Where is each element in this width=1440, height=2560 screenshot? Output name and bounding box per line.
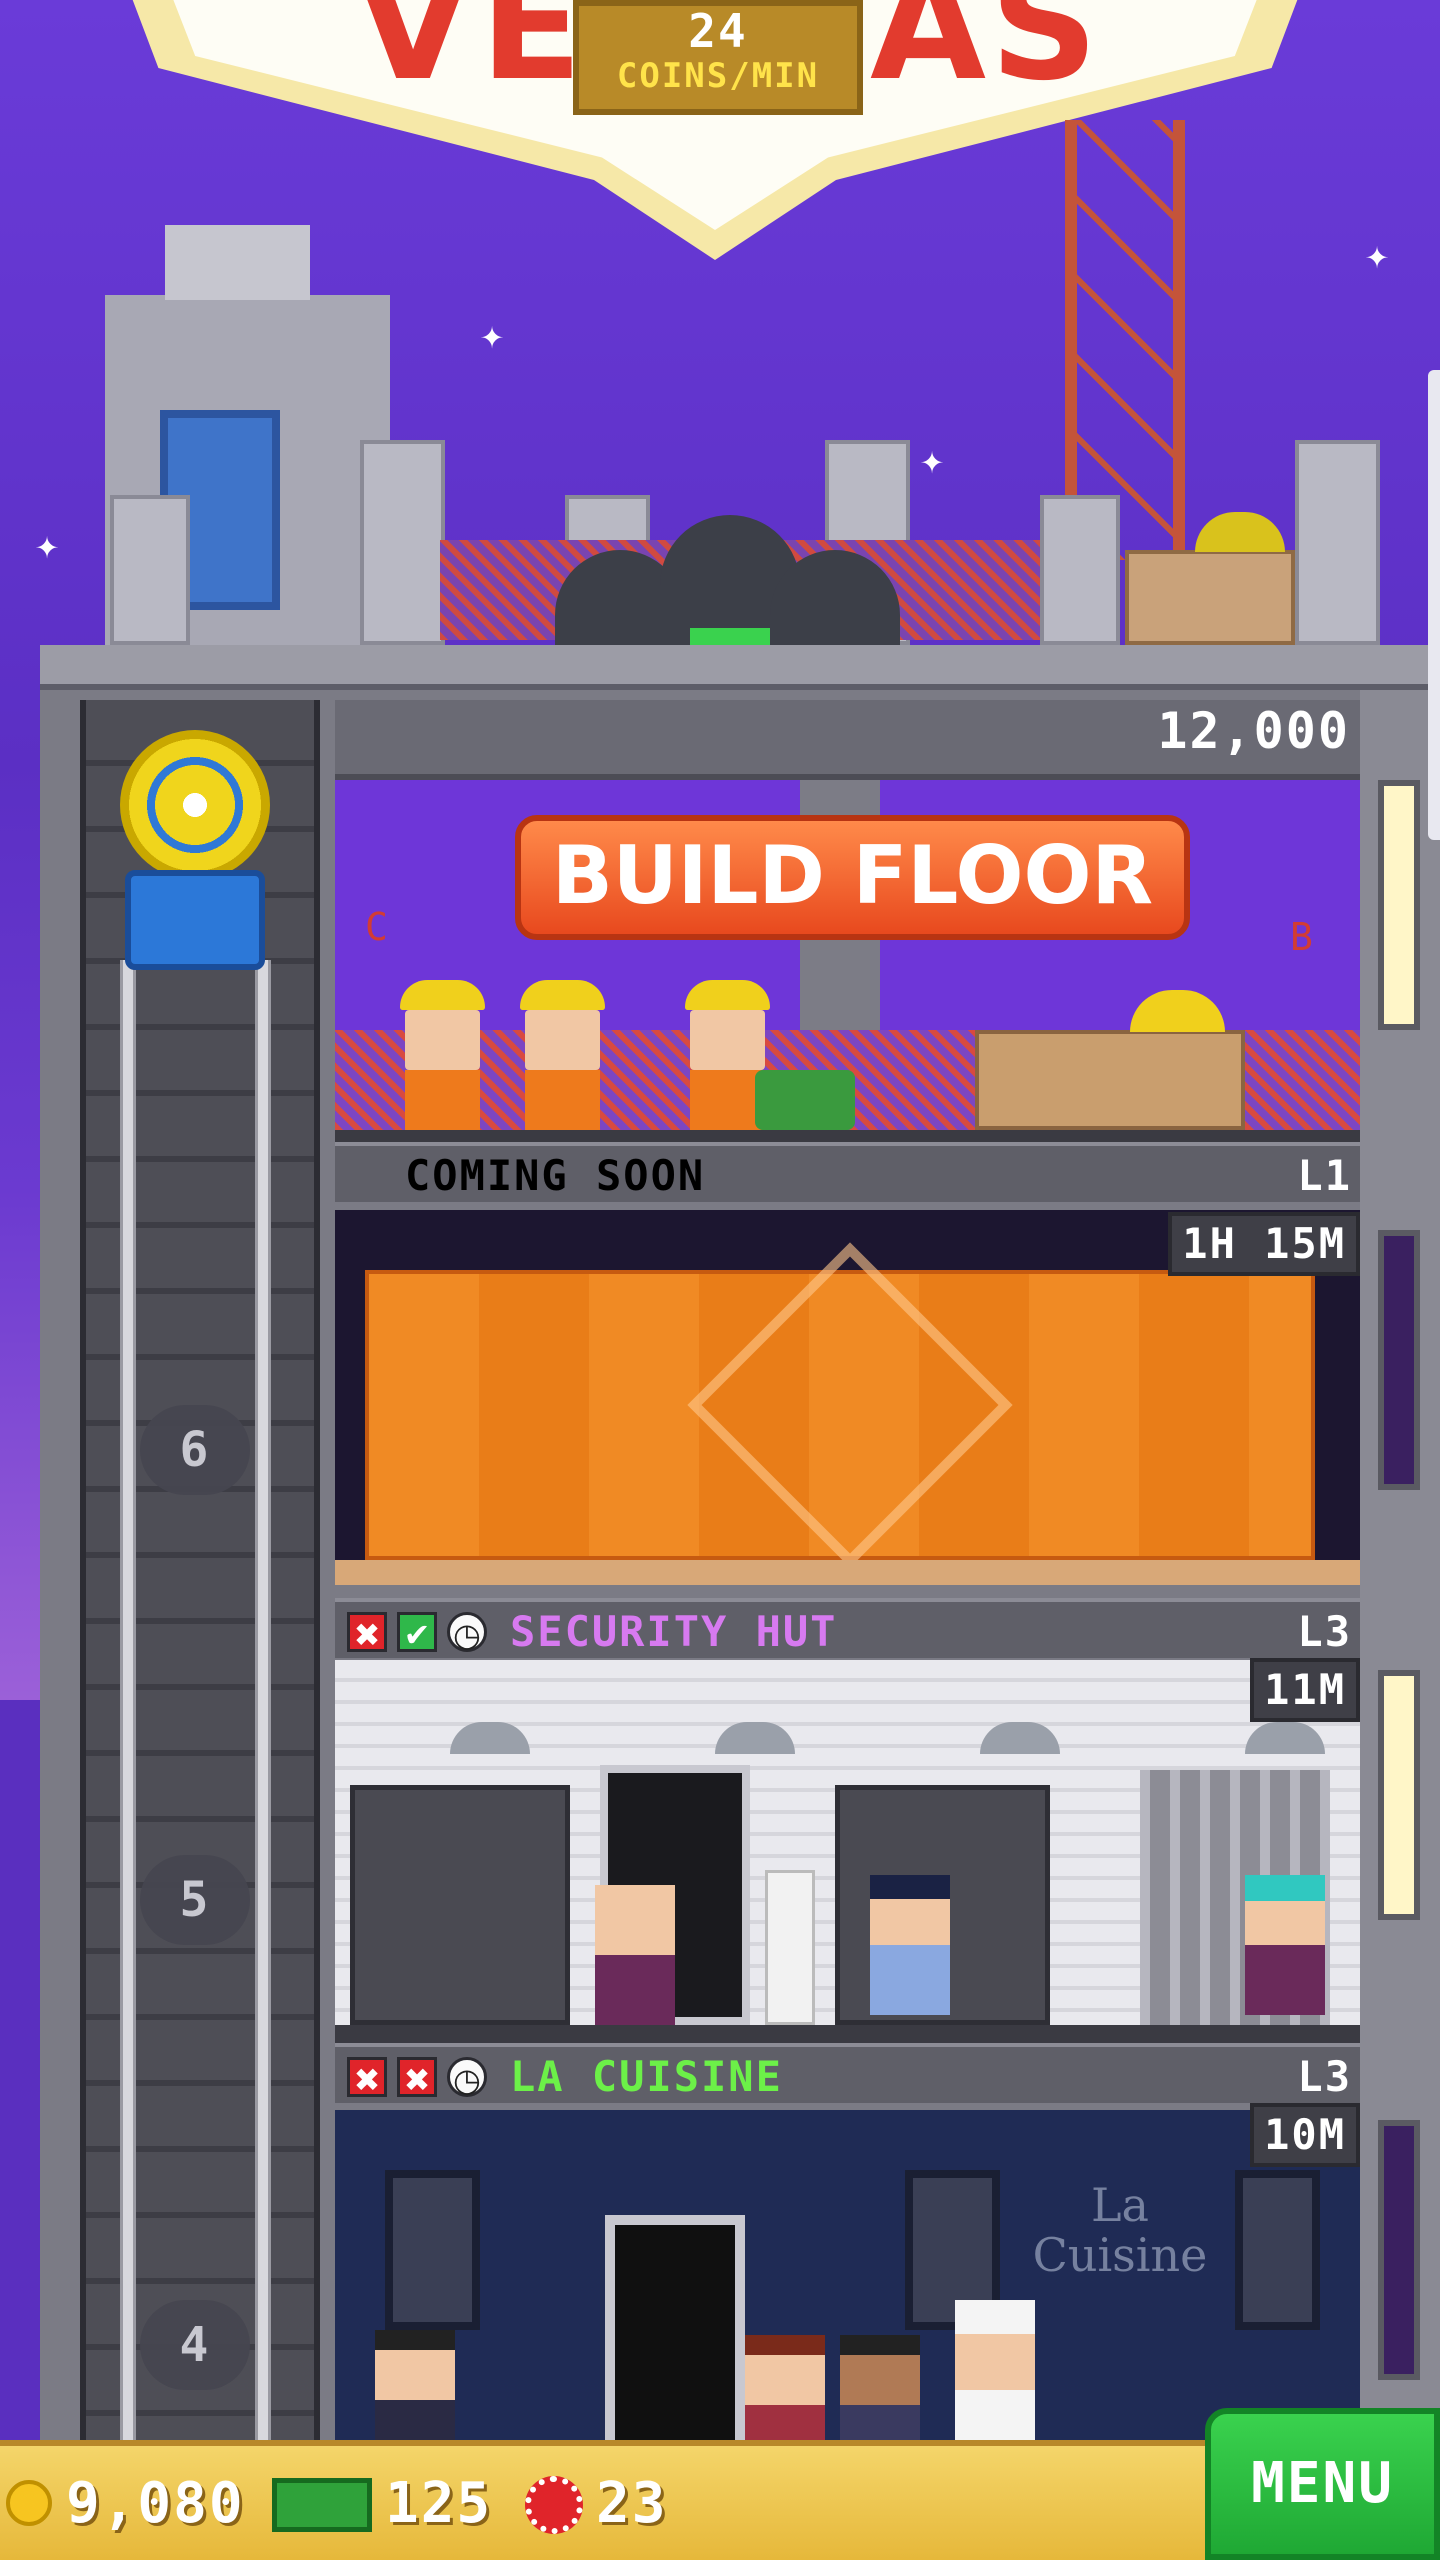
income-rate-plaque: 24 COINS/MIN — [573, 0, 863, 115]
sign-letter: E — [480, 0, 583, 114]
roof-vent — [165, 225, 310, 300]
build-floor-mark: C — [365, 905, 388, 949]
construction-timer: 1H 15M — [1168, 1212, 1360, 1276]
floor-divider — [335, 2025, 1360, 2043]
toolbox-icon — [755, 1070, 855, 1130]
floor-header[interactable]: ✖ ✖ ◷ LA CUISINE L3 — [335, 2043, 1360, 2103]
elevator-floor-number[interactable]: 4 — [140, 2300, 250, 2390]
elevator-cable — [120, 960, 136, 2560]
bux-balance[interactable]: 125 — [385, 2472, 492, 2536]
sparkle-icon: ✦ — [35, 522, 60, 568]
chip-balance[interactable]: 23 — [596, 2472, 667, 2536]
floor-divider — [335, 1130, 1360, 1142]
build-floor-mark: B — [1290, 915, 1313, 959]
construction-worker[interactable] — [400, 980, 485, 1130]
hard-hat-icon — [400, 980, 485, 1010]
sparkle-icon: ✦ — [1365, 232, 1390, 278]
floor-header[interactable]: ✖ ✔ ◷ SECURITY HUT L3 — [335, 1598, 1360, 1658]
floor-level: L3 — [1297, 2052, 1352, 2101]
floor-timer: 10M — [1250, 2103, 1360, 2167]
menu-button[interactable]: MENU — [1205, 2408, 1440, 2560]
tower-roof-ledge — [40, 645, 1440, 690]
bitizen[interactable] — [1245, 1875, 1325, 2025]
elevator-floor-number[interactable]: 6 — [140, 1405, 250, 1495]
coin-balance[interactable]: 9,080 — [66, 2472, 245, 2536]
floor-title: LA CUISINE — [510, 2052, 783, 2101]
hard-hat-icon — [685, 980, 770, 1010]
bitizen-chef[interactable] — [955, 2300, 1035, 2440]
supply-crate — [975, 1030, 1245, 1130]
edge-handle[interactable] — [1428, 370, 1440, 840]
floor-title: SECURITY HUT — [510, 1607, 838, 1656]
bitizen-guard[interactable] — [870, 1875, 950, 2025]
roof-pillar — [360, 440, 445, 645]
wall-painting — [385, 2170, 480, 2330]
x-icon: ✖ — [347, 1612, 387, 1654]
elevator-car[interactable] — [125, 870, 265, 970]
x-icon: ✖ — [347, 2057, 387, 2099]
sign-letter: V — [355, 0, 472, 114]
floor-header[interactable]: COMING SOON L1 — [335, 1142, 1360, 1202]
side-window — [1378, 1230, 1420, 1490]
elevator-cable — [255, 960, 271, 2560]
coin-icon — [6, 2480, 52, 2526]
bitizen[interactable] — [375, 2330, 455, 2440]
elevator-pulley-icon — [120, 730, 270, 880]
sparkle-icon: ✦ — [480, 312, 505, 358]
roof-supply-crate — [1125, 550, 1295, 645]
x-icon: ✖ — [397, 2057, 437, 2099]
chip-icon — [525, 2476, 583, 2534]
floor-level: L1 — [1297, 1151, 1352, 1200]
elevator-floor-number[interactable]: 5 — [140, 1855, 250, 1945]
build-floor-cost: 12,000 — [1157, 702, 1350, 760]
construction-worker[interactable] — [685, 980, 770, 1130]
income-rate-unit: COINS/MIN — [616, 56, 820, 96]
bux-icon — [272, 2478, 372, 2532]
roof-pillar — [1295, 440, 1380, 645]
bitizen[interactable] — [840, 2335, 920, 2440]
income-rate-value: 24 — [688, 4, 748, 58]
clock-icon: ◷ — [447, 1612, 487, 1654]
bitizen[interactable] — [595, 1885, 675, 2035]
roof-pillar — [1040, 495, 1120, 645]
sign-letter: A — [870, 0, 987, 114]
monitor-console — [350, 1785, 570, 2025]
wall-painting — [1235, 2170, 1320, 2330]
roof-dome-light — [690, 628, 770, 645]
floor-sill — [335, 1560, 1360, 1585]
side-window — [1378, 2120, 1420, 2380]
check-icon: ✔ — [397, 1612, 437, 1654]
bitizen[interactable] — [745, 2335, 825, 2440]
clock-icon: ◷ — [447, 2057, 487, 2099]
water-cooler — [765, 1870, 815, 2025]
construction-crane — [1065, 120, 1185, 560]
construction-worker[interactable] — [520, 980, 605, 1130]
build-floor-button[interactable]: BUILD FLOOR — [515, 815, 1190, 940]
side-window — [1378, 1670, 1420, 1920]
restaurant-wall-sign: La Cuisine — [1032, 2178, 1208, 2282]
sign-letter: S — [990, 0, 1099, 114]
floor-timer: 11M — [1250, 1658, 1360, 1722]
hard-hat-icon — [520, 980, 605, 1010]
floor-level: L3 — [1297, 1607, 1352, 1656]
roof-pillar — [110, 495, 190, 645]
side-window — [1378, 780, 1420, 1030]
sparkle-icon: ✦ — [920, 437, 945, 483]
floor-title: COMING SOON — [405, 1151, 706, 1200]
elevator-shaft — [80, 700, 320, 2560]
